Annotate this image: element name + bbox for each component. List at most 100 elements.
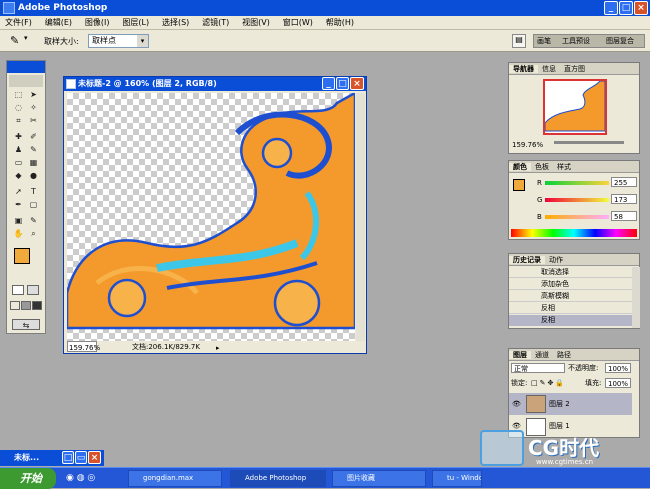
tab-color[interactable]: 颜色: [509, 163, 531, 171]
tab-histogram[interactable]: 直方图: [560, 65, 589, 73]
notes-icon[interactable]: ▣: [12, 215, 25, 226]
history-brush-icon[interactable]: ✎: [27, 144, 40, 155]
start-button[interactable]: 开始: [0, 468, 56, 489]
r-value[interactable]: 255: [611, 177, 637, 187]
pen-icon[interactable]: ✒: [12, 199, 25, 210]
blend-mode-select[interactable]: 正常: [511, 363, 565, 373]
r-slider[interactable]: [545, 181, 609, 185]
tab-channels[interactable]: 通道: [531, 351, 553, 359]
task-gongdian[interactable]: gongdian.max: [128, 470, 222, 487]
sample-size-select[interactable]: 取样点 ▾: [88, 34, 149, 48]
eye-icon[interactable]: 👁: [512, 399, 521, 409]
opacity-value[interactable]: 100%: [605, 363, 631, 373]
eyedropper-icon[interactable]: ✎: [10, 34, 19, 47]
menu-filter[interactable]: 滤镜(T): [197, 16, 234, 30]
navigator-zoom-slider[interactable]: [554, 141, 624, 144]
history-item[interactable]: 高斯模糊: [509, 291, 632, 302]
b-slider[interactable]: [545, 215, 609, 219]
eyedropper-tool-icon[interactable]: ✎: [27, 215, 40, 226]
color-fg-swatch[interactable]: [513, 179, 525, 191]
history-item-active[interactable]: 反相: [509, 315, 632, 326]
blur-icon[interactable]: ◆: [12, 170, 25, 181]
fill-value[interactable]: 100%: [605, 378, 631, 388]
healing-icon[interactable]: ✚: [12, 131, 25, 142]
tab-actions[interactable]: 动作: [545, 256, 567, 264]
minimized-document[interactable]: 未标... □ ▭ ×: [0, 450, 104, 466]
shape-icon[interactable]: ▢: [27, 199, 40, 210]
standard-mode-icon[interactable]: [12, 285, 24, 295]
close-button[interactable]: ×: [634, 1, 648, 15]
menu-edit[interactable]: 编辑(E): [40, 16, 77, 30]
dock-tab-brushes[interactable]: 画笔: [537, 36, 551, 46]
maximize-button[interactable]: □: [619, 1, 633, 15]
brush-icon[interactable]: ✐: [27, 131, 40, 142]
chevron-down-icon[interactable]: ▾: [137, 35, 148, 47]
stamp-icon[interactable]: ♟: [12, 144, 25, 155]
task-windows-viewer[interactable]: tu - Windows 图...: [432, 470, 482, 487]
screen-mode-3-icon[interactable]: [32, 301, 42, 310]
slice-icon[interactable]: ✂: [27, 115, 40, 126]
max-button[interactable]: ▭: [75, 451, 87, 464]
menu-layer[interactable]: 图层(L): [117, 16, 154, 30]
adobe-feather-icon[interactable]: [9, 75, 43, 87]
tab-paths[interactable]: 路径: [553, 351, 575, 359]
lasso-icon[interactable]: ◌: [12, 102, 25, 113]
eraser-icon[interactable]: ▭: [12, 157, 25, 168]
canvas-vertical-scrollbar[interactable]: [356, 93, 365, 343]
tab-info[interactable]: 信息: [538, 65, 560, 73]
zoom-field[interactable]: 159.76%: [67, 341, 100, 352]
minimize-button[interactable]: _: [604, 1, 618, 15]
jump-to-imageready-icon[interactable]: ⇆: [12, 319, 40, 330]
color-ramp[interactable]: [511, 229, 637, 237]
history-scrollbar[interactable]: [632, 267, 640, 328]
document-title-bar[interactable]: 未标题-2 @ 160% (图层 2, RGB/8) _ □ ×: [64, 77, 366, 91]
screen-mode-1-icon[interactable]: [10, 301, 20, 310]
quick-launch-icons[interactable]: ◉ ◍ ◎: [66, 473, 95, 483]
history-item[interactable]: 添加杂色: [509, 279, 632, 290]
move-icon[interactable]: ➤: [27, 89, 40, 100]
task-photoshop[interactable]: Adobe Photoshop: [230, 470, 326, 487]
canvas[interactable]: [67, 93, 355, 343]
navigator-zoom[interactable]: 159.76%: [512, 140, 543, 150]
doc-close-button[interactable]: ×: [350, 77, 364, 90]
dock-tab-layer-comps[interactable]: 图层复合: [606, 36, 634, 46]
quick-mask-icon[interactable]: [27, 285, 39, 295]
tab-layers[interactable]: 图层: [509, 351, 531, 359]
dock-tab-tool-presets[interactable]: 工具预设: [562, 36, 590, 46]
doc-maximize-button[interactable]: □: [336, 77, 349, 90]
navigator-thumbnail[interactable]: [543, 79, 607, 135]
tab-history[interactable]: 历史记录: [509, 256, 545, 264]
marquee-icon[interactable]: ⬚: [12, 89, 25, 100]
tab-navigator[interactable]: 导航器: [509, 65, 538, 73]
type-icon[interactable]: T: [27, 186, 40, 197]
path-select-icon[interactable]: ➚: [12, 186, 25, 197]
status-arrow-icon[interactable]: ▸: [216, 342, 220, 354]
menu-select[interactable]: 选择(S): [157, 16, 194, 30]
history-item[interactable]: 反相: [509, 303, 632, 314]
doc-minimize-button[interactable]: _: [322, 77, 335, 90]
magic-wand-icon[interactable]: ✧: [27, 102, 40, 113]
hand-icon[interactable]: ✋: [12, 228, 25, 239]
menu-image[interactable]: 图像(I): [80, 16, 115, 30]
menu-window[interactable]: 窗口(W): [278, 16, 318, 30]
dodge-icon[interactable]: ●: [27, 170, 40, 181]
b-value[interactable]: 58: [611, 211, 637, 221]
crop-icon[interactable]: ⌗: [12, 115, 25, 126]
menu-help[interactable]: 帮助(H): [321, 16, 359, 30]
g-slider[interactable]: [545, 198, 609, 202]
menu-view[interactable]: 视图(V): [237, 16, 275, 30]
foreground-color-swatch[interactable]: [14, 248, 30, 264]
tab-swatches[interactable]: 色板: [531, 163, 553, 171]
g-value[interactable]: 173: [611, 194, 637, 204]
tab-styles[interactable]: 样式: [553, 163, 575, 171]
tool-preset-arrow[interactable]: ▾: [24, 34, 28, 42]
menu-file[interactable]: 文件(F): [0, 16, 37, 30]
file-browser-icon[interactable]: ▤: [512, 34, 526, 48]
min-doc-close-button[interactable]: ×: [88, 451, 101, 464]
task-pictures[interactable]: 图片收藏: [332, 470, 426, 487]
zoom-icon[interactable]: ⌕: [27, 228, 40, 239]
history-item[interactable]: 取消选择: [509, 267, 632, 278]
restore-button[interactable]: □: [62, 451, 74, 464]
screen-mode-2-icon[interactable]: [21, 301, 31, 310]
gradient-icon[interactable]: ▦: [27, 157, 40, 168]
